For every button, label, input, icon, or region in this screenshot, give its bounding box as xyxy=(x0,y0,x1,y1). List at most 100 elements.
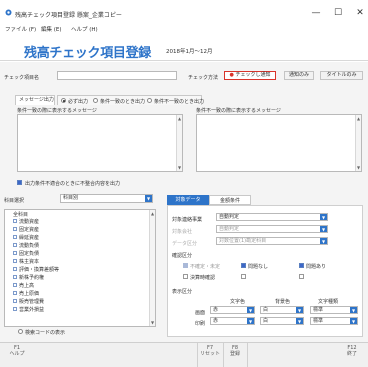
display-row-label: 印刷 xyxy=(195,321,206,327)
check-item-name-input[interactable] xyxy=(57,71,177,80)
title-bar: 残高チェック項目登録 懸案_企業コピー — ☐ ✕ xyxy=(0,0,368,24)
scroll-up-icon[interactable]: ▲ xyxy=(177,116,182,121)
radio-match-label: 条件一致のとき出力 xyxy=(100,99,146,105)
tree-item[interactable]: 評価・換算差額等 xyxy=(13,266,59,273)
output-mismatch-label: 出力条件不適合のときに不整合内容を出力 xyxy=(25,181,121,187)
confirm-undecided-label: 不確定・未定 xyxy=(190,264,221,270)
tab-target-data[interactable]: 対象データ xyxy=(167,195,209,205)
scroll-up-icon[interactable]: ▲ xyxy=(150,211,155,216)
data-category-label: データ区分 xyxy=(172,241,198,247)
scroll-down-icon[interactable]: ▼ xyxy=(177,165,182,170)
data-category-select[interactable]: 対数位置(1)勘定科目 ▼ xyxy=(216,237,328,245)
tree-item-root[interactable]: 全科目 xyxy=(13,211,28,218)
display-header-bg: 背景色 xyxy=(275,299,291,305)
display-header-style: 文字種類 xyxy=(318,299,339,305)
target-company-label: 対象会社 xyxy=(172,229,193,235)
output-mismatch-checkbox[interactable] xyxy=(17,180,22,185)
confirm-no-problem-checkbox[interactable] xyxy=(241,263,246,268)
confirm-section-label: 確認区分 xyxy=(172,253,193,259)
scrollbar[interactable]: ▲ ▼ xyxy=(176,115,182,171)
show-search-code-label: 検索コードの表示 xyxy=(25,330,66,336)
expand-icon[interactable] xyxy=(13,282,17,287)
minimize-button[interactable]: — xyxy=(310,8,322,18)
menu-edit[interactable]: 編集 (E) xyxy=(41,25,62,33)
expand-icon[interactable] xyxy=(13,234,17,239)
close-button[interactable]: ✕ xyxy=(354,8,366,18)
method-button-label: チェックし通知 xyxy=(235,72,271,78)
confirm-problem-checkbox[interactable] xyxy=(299,263,304,268)
radio-always[interactable] xyxy=(61,98,66,103)
nomatch-message-label: 条件不一致の際に表示するメッセージ xyxy=(196,108,281,114)
expand-icon[interactable] xyxy=(13,290,17,295)
match-message-textarea[interactable]: ▲ ▼ xyxy=(17,114,183,172)
screen-color-select[interactable]: 赤 ▼ xyxy=(210,306,255,314)
show-search-code-checkbox[interactable] xyxy=(18,329,23,334)
scrollbar[interactable]: ▲ ▼ xyxy=(355,115,361,171)
expand-icon[interactable] xyxy=(13,274,17,279)
screen-bg-select[interactable]: 白 ▼ xyxy=(260,306,304,314)
scrollbar[interactable]: ▲ ▼ xyxy=(149,210,155,326)
method-button-title-only[interactable]: タイトルのみ xyxy=(320,71,363,80)
tab-message-output[interactable]: メッセージ出力 xyxy=(15,95,55,105)
nomatch-message-textarea[interactable]: ▲ ▼ xyxy=(196,114,362,172)
radio-nomatch[interactable] xyxy=(147,98,152,103)
menu-file[interactable]: ファイル (F) xyxy=(5,25,36,33)
message-output-options: 必ず出力 条件一致のとき出力 条件不一致のとき出力 xyxy=(57,95,204,105)
menu-help[interactable]: ヘルプ (H) xyxy=(71,25,98,33)
expand-icon[interactable] xyxy=(13,250,17,255)
maximize-button[interactable]: ☐ xyxy=(332,8,344,18)
scroll-up-icon[interactable]: ▲ xyxy=(356,116,361,121)
scroll-down-icon[interactable]: ▼ xyxy=(150,320,155,325)
tree-item[interactable]: 売上原価 xyxy=(13,290,39,297)
expand-icon[interactable] xyxy=(13,298,17,303)
tree-item[interactable]: 新株予約権 xyxy=(13,274,44,281)
chevron-down-icon: ▼ xyxy=(320,226,327,232)
subject-select-label: 科目選択 xyxy=(4,198,25,204)
print-style-select[interactable]: 標準 ▼ xyxy=(310,317,358,325)
tree-item[interactable]: 販売管理費 xyxy=(13,298,44,305)
f8-register-button[interactable]: F8 登録 xyxy=(223,345,247,357)
f1-help-button[interactable]: F1 ヘルプ xyxy=(4,345,30,357)
f12-exit-button[interactable]: F12 終了 xyxy=(338,345,366,357)
expand-icon[interactable] xyxy=(13,226,17,231)
confirm-extra-checkbox-1[interactable] xyxy=(241,274,246,279)
check-method-label: チェック方法 xyxy=(188,75,219,81)
tree-item[interactable]: 固定負債 xyxy=(13,250,39,257)
print-bg-select[interactable]: 白 ▼ xyxy=(260,317,304,325)
target-business-select[interactable]: 自動判定 ▼ xyxy=(216,213,328,221)
confirm-extra-checkbox-2[interactable] xyxy=(299,274,304,279)
print-color-select[interactable]: 赤 ▼ xyxy=(210,317,255,325)
tree-item[interactable]: 流動資産 xyxy=(13,218,39,225)
scroll-down-icon[interactable]: ▼ xyxy=(356,165,361,170)
expand-icon[interactable] xyxy=(13,306,17,311)
expand-icon[interactable] xyxy=(13,242,17,247)
chevron-down-icon: ▼ xyxy=(320,238,327,244)
tree-item[interactable]: 売上高 xyxy=(13,282,34,289)
chevron-down-icon: ▼ xyxy=(320,214,327,220)
tree-item[interactable]: 固定資産 xyxy=(13,226,39,233)
expand-icon[interactable] xyxy=(13,218,17,223)
method-button-check-notify[interactable]: ● チェックし通知 xyxy=(224,71,276,80)
subject-select[interactable]: 科目別 ▼ xyxy=(60,194,153,203)
tree-item[interactable]: 繰延資産 xyxy=(13,234,39,241)
chevron-down-icon: ▼ xyxy=(145,195,152,202)
confirm-no-problem-label: 問題なし xyxy=(248,264,269,270)
chevron-down-icon: ▼ xyxy=(296,318,303,324)
page-title: 残高チェック項目登録 xyxy=(24,46,152,61)
f7-reset-button[interactable]: F7 リセット xyxy=(197,345,223,357)
tree-item[interactable]: 株主資本 xyxy=(13,258,39,265)
expand-icon[interactable] xyxy=(13,266,17,271)
tree-item[interactable]: 営業外損益 xyxy=(13,306,44,313)
tree-item[interactable]: 流動負債 xyxy=(13,242,39,249)
confirm-undecided-checkbox[interactable] xyxy=(183,263,188,268)
target-company-select[interactable]: 自動判定 ▼ xyxy=(216,225,328,233)
function-key-bar xyxy=(0,342,368,367)
check-item-name-label: チェック項目名 xyxy=(4,75,40,81)
radio-match[interactable] xyxy=(93,98,98,103)
confirm-settlement-checkbox[interactable] xyxy=(183,274,188,279)
menu-bar: ファイル (F) 編集 (E) ヘルプ (H) xyxy=(0,24,368,34)
method-button-notify-only[interactable]: 通知のみ xyxy=(284,71,314,80)
screen-style-select[interactable]: 標準 ▼ xyxy=(310,306,358,314)
expand-icon[interactable] xyxy=(13,258,17,263)
tab-amount-condition[interactable]: 金額条件 xyxy=(209,195,251,205)
